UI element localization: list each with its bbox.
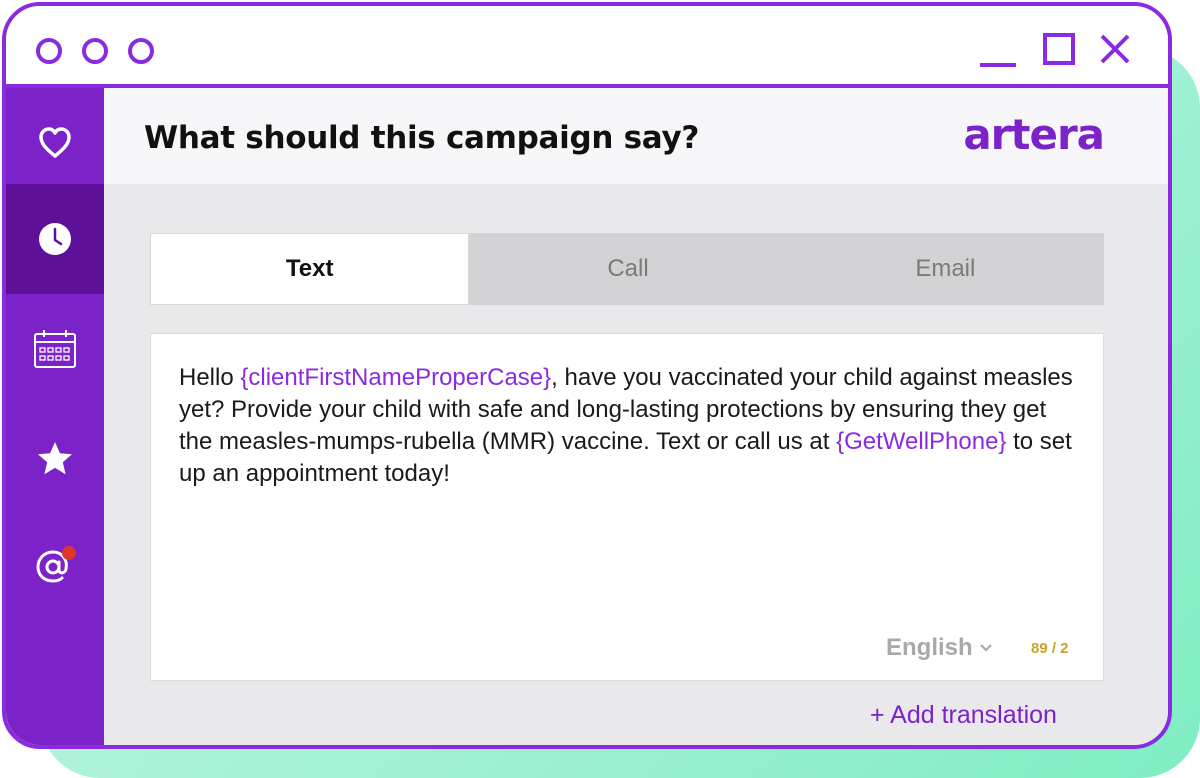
window-dot-3	[128, 38, 154, 64]
heart-icon	[39, 127, 71, 158]
maximize-icon[interactable]	[1042, 32, 1078, 68]
sidebar	[6, 88, 104, 745]
close-icon[interactable]	[1098, 32, 1134, 68]
page-header: What should this campaign say? artera	[104, 88, 1168, 184]
tab-call[interactable]: Call	[469, 233, 786, 305]
message-text: Hello {clientFirstNameProperCase}, have …	[179, 362, 1079, 490]
title-bar	[6, 6, 1168, 88]
channel-tabs: Text Call Email	[150, 233, 1104, 305]
language-selected-label: English	[886, 634, 973, 661]
tab-text[interactable]: Text	[150, 233, 470, 305]
language-select[interactable]: English	[886, 634, 993, 662]
sidebar-item-star[interactable]	[6, 404, 104, 514]
sidebar-item-clock[interactable]	[6, 184, 104, 294]
chevron-down-icon	[979, 644, 992, 652]
message-text-part: Hello	[179, 364, 241, 391]
add-translation-link[interactable]: + Add translation	[870, 701, 1057, 730]
main-panel: What should this campaign say? artera Te…	[104, 88, 1168, 745]
calendar-icon	[34, 330, 76, 368]
character-count: 89 / 2	[1031, 640, 1069, 657]
star-icon	[38, 442, 72, 475]
sidebar-item-calendar[interactable]	[6, 294, 104, 404]
clock-icon	[39, 223, 71, 255]
tab-email[interactable]: Email	[787, 233, 1104, 305]
sidebar-item-mentions[interactable]	[6, 510, 104, 620]
page-title: What should this campaign say?	[144, 120, 700, 156]
variable-token-phone: {GetWellPhone}	[836, 428, 1007, 455]
app-window: What should this campaign say? artera Te…	[2, 2, 1172, 749]
window-dot-1	[36, 38, 62, 64]
variable-token-client-name: {clientFirstNameProperCase}	[240, 364, 552, 391]
at-sign-icon	[36, 546, 76, 583]
notification-dot	[62, 546, 76, 560]
window-dot-2	[82, 38, 108, 64]
message-editor[interactable]: Hello {clientFirstNameProperCase}, have …	[150, 333, 1104, 681]
sidebar-item-heart[interactable]	[6, 88, 104, 198]
artera-logo: artera	[963, 110, 1105, 159]
minimize-icon[interactable]	[978, 34, 1018, 70]
